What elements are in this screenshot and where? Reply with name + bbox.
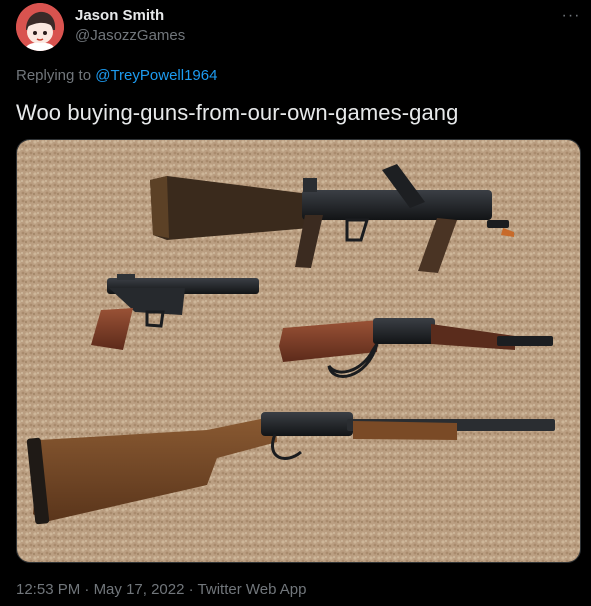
author-handle[interactable]: @JasozzGames (75, 27, 185, 45)
firearms-photo-illustration (17, 140, 580, 562)
author-name[interactable]: Jason Smith (75, 7, 164, 25)
meta-separator: · (184, 581, 198, 598)
reply-mention-link[interactable]: @TreyPowell1964 (95, 67, 217, 84)
cartoon-face-avatar-icon (16, 3, 64, 51)
tweet: Jason Smith @JasozzGames ··· Replying to… (0, 0, 591, 606)
tweet-time[interactable]: 12:53 PM (16, 581, 80, 598)
tweet-photo[interactable] (16, 139, 581, 563)
more-dots-icon[interactable]: ··· (558, 6, 584, 26)
tweet-date[interactable]: May 17, 2022 (94, 581, 185, 598)
tweet-text: Woo buying-guns-from-our-own-games-gang (16, 100, 459, 125)
meta-separator: · (80, 581, 94, 598)
tweet-source: Twitter Web App (197, 581, 307, 598)
avatar[interactable] (16, 3, 64, 51)
tweet-metadata: 12:53 PM · May 17, 2022 · Twitter Web Ap… (16, 581, 306, 599)
replying-to: Replying to @TreyPowell1964 (16, 67, 217, 85)
replying-to-label: Replying to (16, 67, 96, 84)
